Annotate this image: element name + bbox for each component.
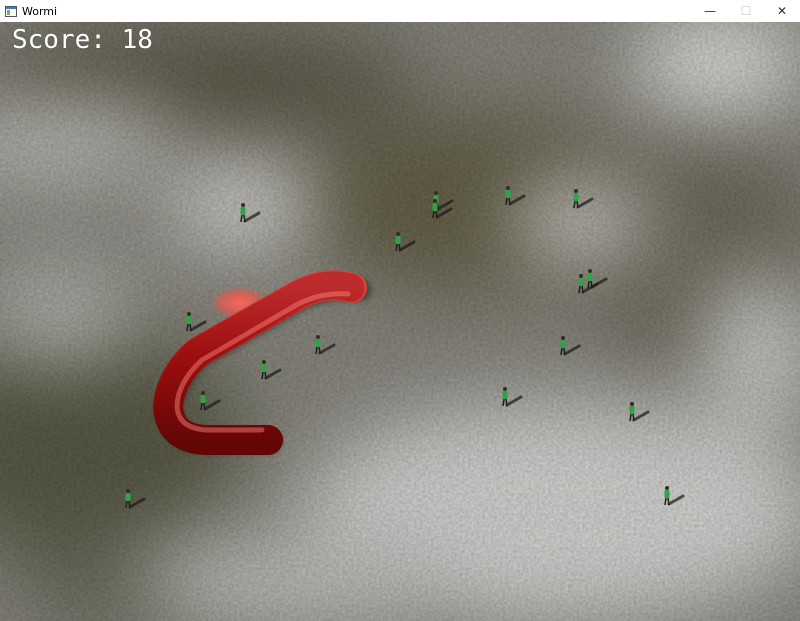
person-head — [316, 335, 320, 339]
person-body — [395, 236, 401, 244]
person-body — [505, 190, 511, 198]
person-head — [579, 274, 583, 278]
person-body — [240, 207, 246, 215]
person-head — [630, 402, 634, 406]
person-head — [433, 199, 437, 203]
person-body — [315, 339, 321, 347]
ground-texture — [0, 22, 800, 621]
game-viewport[interactable]: Score: 18 — [0, 22, 800, 621]
person-head — [588, 269, 592, 273]
person-head — [396, 232, 400, 236]
person-head — [574, 189, 578, 193]
window-title: Wormi — [22, 4, 58, 18]
maximize-button[interactable]: ☐ — [728, 0, 764, 22]
person-head — [201, 391, 205, 395]
person-body — [186, 316, 192, 324]
person-body — [587, 273, 593, 281]
app-window-icon — [5, 5, 17, 17]
person-head — [187, 312, 191, 316]
person-head — [503, 387, 507, 391]
window-controls: — ☐ ✕ — [692, 0, 800, 22]
game-window: Wormi — ☐ ✕ Score: 18 — [0, 0, 800, 621]
person-body — [629, 406, 635, 414]
person-body — [664, 490, 670, 498]
close-button[interactable]: ✕ — [764, 0, 800, 22]
person-body — [560, 340, 566, 348]
score-display: Score: 18 — [12, 25, 153, 55]
game-scene — [0, 22, 800, 621]
person-head — [561, 336, 565, 340]
person-head — [665, 486, 669, 490]
person-body — [578, 278, 584, 286]
person-body — [502, 391, 508, 399]
close-icon: ✕ — [776, 4, 788, 18]
person-body — [200, 395, 206, 403]
score-value: 18 — [121, 25, 153, 55]
person-head — [434, 191, 438, 195]
person-body — [432, 203, 438, 211]
person-body — [125, 493, 131, 501]
minimize-icon: — — [704, 4, 716, 18]
person-body — [573, 193, 579, 201]
person-head — [262, 360, 266, 364]
person-head — [126, 489, 130, 493]
person-head — [241, 203, 245, 207]
title-bar[interactable]: Wormi — ☐ ✕ — [0, 0, 800, 22]
person-body — [261, 364, 267, 372]
score-label: Score: — [12, 25, 106, 55]
minimize-button[interactable]: — — [692, 0, 728, 22]
person-head — [506, 186, 510, 190]
maximize-icon: ☐ — [740, 4, 752, 18]
